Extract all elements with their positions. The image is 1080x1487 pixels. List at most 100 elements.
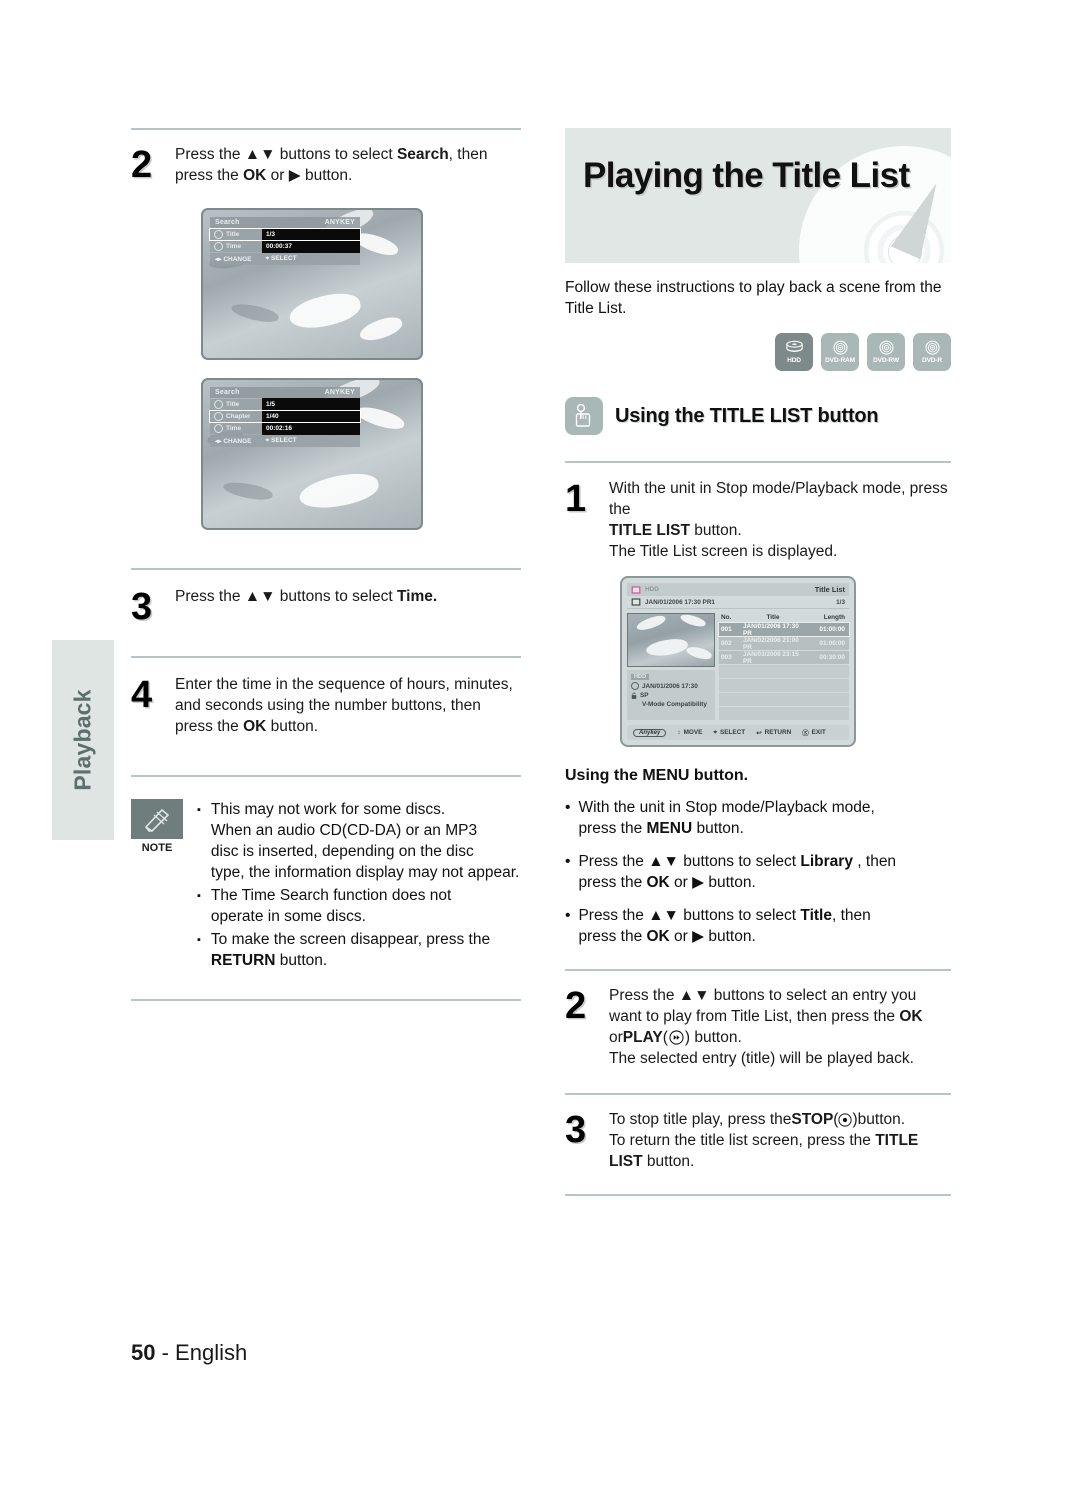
step4-line3-pre: press the	[175, 718, 244, 735]
osd-row-label: Title	[210, 230, 262, 239]
badge-label: DVD-R	[922, 356, 942, 364]
info-mode: SP	[640, 692, 649, 699]
right-column: Playing the Title List Follow these inst…	[565, 128, 951, 1196]
step-number: 1	[565, 478, 587, 520]
osd-row-chapter[interactable]: Chapter 1/40	[209, 410, 361, 423]
osd-anykey-label: ANYKEY	[324, 219, 355, 226]
step2-line2-mid: or	[266, 167, 289, 184]
osd-label-text: Chapter	[226, 413, 251, 420]
title-list-screen-name: Title List	[814, 585, 845, 594]
osd-row-title[interactable]: Title 1/3	[209, 228, 361, 241]
hand-press-icon	[565, 397, 603, 435]
step-2-select-entry: 2 Press the ▲▼ buttons to select an entr…	[565, 985, 951, 1069]
table-row[interactable]: 003 JAN/03/2006 23:15 PR 00:30:00	[719, 651, 849, 665]
bullet-icon: •	[565, 799, 571, 816]
osd-footer: ◂▸ CHANGE ⌖ SELECT	[210, 435, 360, 447]
preview-thumbnail	[627, 613, 715, 667]
step3-pre: Press the	[175, 588, 245, 605]
osd-row-time[interactable]: Time 00:00:37	[210, 240, 360, 253]
step3-line3-post: button.	[642, 1153, 695, 1170]
bullet-line1: With the unit in Stop mode/Playback mode…	[578, 799, 875, 816]
intro-line2: Title List.	[565, 300, 627, 317]
up-down-arrows-icon: ▲▼	[244, 146, 276, 163]
osd-label-text: Title	[226, 401, 240, 408]
title-list-preview-pane: HDD JAN/01/2006 17:30 SP V-Mode Compatib…	[627, 613, 715, 720]
menu-bullet-text: With the unit in Stop mode/Playback mode…	[578, 797, 874, 839]
osd-row-label: Time	[210, 424, 262, 433]
osd-footer: ◂▸ CHANGE ⌖ SELECT	[210, 253, 360, 265]
osd-label-text: Time	[226, 425, 242, 432]
osd-row-time[interactable]: Time 00:02:16	[210, 422, 360, 435]
table-row-empty[interactable]	[719, 665, 849, 678]
osd-title: Search	[215, 389, 240, 396]
osd-anykey-label: ANYKEY	[324, 389, 355, 396]
step3-mid: buttons to select	[275, 588, 397, 605]
step-3-stop-play: 3 To stop title play, press the STOP() b…	[565, 1109, 951, 1172]
title-bold: TITLE	[875, 1132, 919, 1149]
title-list-source: HDD	[631, 585, 659, 594]
osd-row-title[interactable]: Title 1/5	[210, 398, 360, 411]
title-info-panel: HDD JAN/01/2006 17:30 SP V-Mode Compatib…	[627, 670, 715, 720]
bullet-line2-mid: or	[669, 928, 693, 945]
bullet-mid: buttons to select	[678, 853, 801, 870]
source-label: HDD	[645, 586, 659, 593]
anykey-button[interactable]: Anykey	[633, 728, 667, 737]
search-screen-title-time: Search ANYKEY Title 1/3 Time 00:00:37 ◂▸…	[201, 208, 423, 360]
dvd-rw-badge: DVD-RW	[867, 333, 905, 371]
bullet-line2-pre: press the	[578, 874, 647, 891]
note-item: ▪ The Time Search function does not oper…	[197, 885, 521, 927]
title-list-bold: TITLE LIST	[609, 522, 690, 539]
column-length: Length	[823, 614, 845, 621]
hdd-badge: HDD	[775, 333, 813, 371]
clock-icon	[214, 424, 223, 433]
bullet-line2-post: button.	[692, 820, 744, 837]
pencil-note-icon	[131, 799, 183, 839]
return-bold: RETURN	[210, 952, 276, 969]
row-no: 001	[721, 626, 732, 633]
step-text: Press the ▲▼ buttons to select Time.	[175, 586, 521, 607]
row-length: 01:00:00	[819, 626, 845, 633]
table-row-empty[interactable]	[719, 693, 849, 706]
title-list-body: HDD JAN/01/2006 17:30 SP V-Mode Compatib…	[627, 613, 850, 720]
note-box: NOTE ▪ This may not work for some discs.…	[131, 799, 521, 973]
note-item-text: The Time Search function does not operat…	[211, 885, 451, 927]
info-source-tag: HDD	[631, 674, 650, 680]
dvd-ram-badge: DVD-RAM	[821, 333, 859, 371]
step-text: Enter the time in the sequence of hours,…	[175, 674, 521, 737]
step2-line2-post: button.	[300, 167, 353, 184]
table-row[interactable]: 002 JAN/02/2006 21:00 PR 01:00:00	[719, 637, 849, 651]
move-hint: ↕ MOVE	[677, 729, 703, 736]
title-list-footer: Anykey ↕ MOVE ⌖ SELECT ↩ RETURN Ⓢ EXIT	[627, 725, 849, 740]
note-line: The Time Search function does not	[210, 887, 452, 904]
note-items: ▪ This may not work for some discs. When…	[197, 799, 521, 973]
step-text: To stop title play, press the STOP() but…	[609, 1109, 951, 1172]
divider	[565, 1093, 951, 1095]
osd-row-value: 00:02:16	[262, 422, 360, 435]
section-header-band: Playing the Title List	[565, 128, 951, 263]
step2-line3-post: ) button.	[684, 1029, 742, 1046]
menu-bullet: • Press the ▲▼ buttons to select Title, …	[565, 905, 951, 947]
step-text: Press the ▲▼ buttons to select Search, t…	[175, 144, 521, 186]
bullet-line2-pre: press the	[578, 928, 647, 945]
left-column: 2 Press the ▲▼ buttons to select Search,…	[131, 128, 521, 1001]
gull-shape	[353, 403, 407, 433]
step-number: 4	[131, 674, 153, 716]
bullet-icon: ▪	[197, 890, 201, 902]
note-caption: NOTE	[141, 842, 173, 854]
osd-title: Search	[215, 219, 240, 226]
table-row-empty[interactable]	[719, 707, 849, 720]
info-mode-line: SP	[631, 692, 711, 699]
step2-line1-pre: Press the	[175, 146, 245, 163]
column-title: Title	[766, 614, 780, 621]
note-line: When an audio CD(CD-DA) or an MP3	[210, 822, 478, 839]
stop-bold: STOP	[791, 1111, 834, 1128]
divider	[131, 128, 521, 130]
table-row[interactable]: 001 JAN/01/2006 17:30 PR 01:00:00	[718, 622, 850, 637]
section-title-title-list: Using the TITLE LIST button	[565, 397, 951, 435]
page-title: Playing the Title List	[583, 156, 910, 195]
bullet-icon: ▪	[197, 804, 201, 816]
step-number: 3	[565, 1109, 587, 1151]
table-row-empty[interactable]	[719, 679, 849, 692]
osd-label-text: Time	[226, 243, 242, 250]
gull-shape	[357, 313, 405, 345]
